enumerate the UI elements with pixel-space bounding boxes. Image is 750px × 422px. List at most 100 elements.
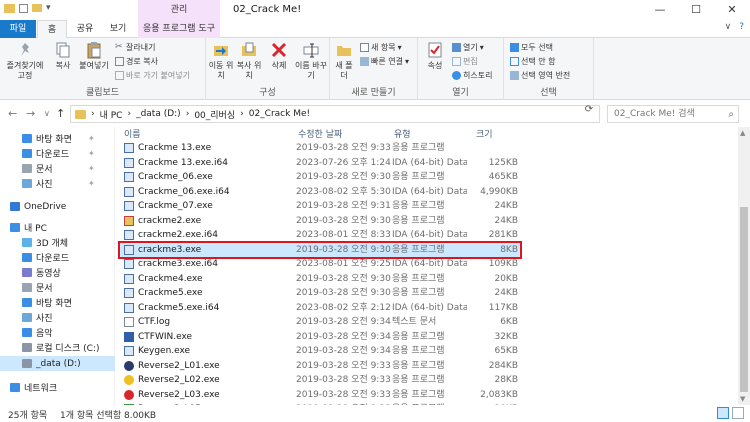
navigation-pane: 바탕 화면 ✦ 다운로드 ✦ 문서 ✦ 사진 ✦ OneDrive 내 PC 3D 개체 다운로드 동영…	[0, 127, 115, 405]
nav-folder-icon	[22, 253, 32, 262]
new-folder-icon[interactable]	[32, 4, 42, 12]
table-row[interactable]: CTF.log 2019-03-28 오전 9:34 텍스트 문서 6KB	[120, 315, 520, 329]
select-all-button[interactable]: 모두 선택	[510, 42, 553, 53]
table-row[interactable]: Crackme5.exe 2019-03-28 오전 9:30 응용 프로그램 24K…	[120, 286, 520, 300]
file-date: 2019-03-28 오전 9:30	[296, 288, 391, 298]
new-group: 새 폴더 새 항목 ▾ 빠른 연결 ▾ 새로 만들기	[330, 38, 418, 100]
table-row[interactable]: crackme3.exe 2019-03-28 오전 9:30 응용 프로그램 8KB	[118, 240, 522, 259]
table-row[interactable]: Reverse2_L01.exe 2019-03-28 오전 9:33 응용 프로그…	[120, 359, 520, 373]
table-row[interactable]: crackme2.exe.i64 2023-08-01 오전 8:33 IDA (6…	[120, 228, 520, 242]
table-row[interactable]: Crackme5.exe.i64 2023-08-02 오후 2:12 IDA (6…	[120, 301, 520, 315]
sidebar-item[interactable]: 다운로드 ✦	[0, 146, 115, 161]
search-input[interactable]: 02_Crack Me! 검색 ⌕	[607, 105, 739, 123]
scroll-down-icon[interactable]: ▼	[740, 395, 745, 403]
new-folder-button[interactable]: 새 폴더	[332, 41, 356, 81]
copy-path-button[interactable]: 경로 복사	[115, 56, 158, 67]
recent-chevron-icon[interactable]: ∨	[44, 109, 50, 118]
breadcrumb-crackme[interactable]: 02_Crack Me!	[249, 109, 310, 119]
table-row[interactable]: crackme3.exe.i64 2023-08-01 오전 9:25 IDA (6…	[120, 257, 520, 271]
details-view-icon[interactable]	[717, 407, 729, 419]
sidebar-item[interactable]: OneDrive	[0, 199, 115, 214]
move-to-button[interactable]: 이동 위치	[208, 41, 234, 81]
breadcrumb-reversing[interactable]: 00_리버싱	[194, 108, 235, 121]
table-row[interactable]: Crackme_06.exe.i64 2023-08-02 오후 5:30 IDA …	[120, 185, 520, 199]
sidebar-item[interactable]: 다운로드	[0, 250, 115, 265]
sidebar-item-label: 문서	[36, 284, 53, 294]
file-type: 응용 프로그램	[392, 288, 445, 298]
copy-button[interactable]: 복사	[50, 41, 76, 71]
properties-button[interactable]: 속성	[422, 41, 448, 71]
tab-view[interactable]: 보기	[103, 20, 133, 38]
easy-access-button[interactable]: 빠른 연결 ▾	[360, 56, 409, 67]
select-none-button[interactable]: 선택 안 함	[510, 56, 556, 67]
sidebar-item[interactable]: 동영상	[0, 265, 115, 280]
sidebar-item[interactable]: 3D 개체	[0, 235, 115, 250]
qat-dropdown-icon[interactable]: ▾	[46, 3, 51, 13]
vertical-scrollbar[interactable]: ▲ ▼	[738, 127, 750, 405]
cut-button[interactable]: ✂ 잘라내기	[115, 42, 155, 53]
sidebar-item[interactable]: 사진	[0, 310, 115, 325]
paste-icon	[87, 42, 101, 59]
edit-icon	[452, 57, 461, 66]
pin-to-quick-access-button[interactable]: 즐겨찾기에 고정	[2, 41, 48, 81]
sidebar-item-label: OneDrive	[24, 201, 67, 212]
copy-to-button[interactable]: 복사 위치	[236, 41, 262, 81]
table-row[interactable]: Keygen.exe 2019-03-28 오전 9:34 응용 프로그램 65KB	[120, 344, 520, 358]
sidebar-item[interactable]: 네트워크	[0, 380, 115, 395]
rename-button[interactable]: 이름 바꾸기	[295, 41, 327, 81]
sidebar-item[interactable]: 내 PC	[0, 220, 115, 235]
delete-button[interactable]: 삭제	[266, 41, 292, 71]
edit-button[interactable]: 편집	[452, 56, 478, 67]
properties-icon[interactable]	[19, 3, 28, 13]
paste-button[interactable]: 붙여넣기	[78, 41, 110, 71]
maximize-button[interactable]: ☐	[678, 0, 714, 20]
window-controls: — ☐ ✕	[642, 0, 750, 20]
breadcrumb-this-pc[interactable]: 내 PC	[100, 108, 123, 121]
clipboard-group-label: 클립보드	[85, 88, 120, 98]
ribbon-collapse-icon[interactable]: ∨	[725, 22, 732, 32]
back-arrow-icon[interactable]: ←	[8, 107, 17, 120]
up-arrow-icon[interactable]: ↑	[56, 107, 65, 120]
sidebar-item[interactable]: 바탕 화면	[0, 295, 115, 310]
tab-share[interactable]: 공유	[70, 20, 100, 38]
invert-selection-button[interactable]: 선택 영역 반전	[510, 70, 570, 81]
open-group: 속성 열기 ▾ 편집 히스토리 열기	[418, 38, 504, 100]
table-row[interactable]: Crackme_07.exe 2019-03-28 오전 9:31 응용 프로그램 2…	[120, 199, 520, 213]
address-bar[interactable]: › 내 PC › _data (D:) › 00_리버싱 › 02_Crack …	[70, 105, 600, 123]
tab-home[interactable]: 홈	[37, 20, 67, 39]
table-row[interactable]: Crackme 13.exe.i64 2023-07-26 오후 1:24 IDA …	[120, 156, 520, 170]
sidebar-item[interactable]: 문서 ✦	[0, 161, 115, 176]
sidebar-item[interactable]: 바탕 화면 ✦	[0, 131, 115, 146]
minimize-button[interactable]: —	[642, 0, 678, 20]
forward-arrow-icon[interactable]: →	[26, 107, 35, 120]
new-item-button[interactable]: 새 항목 ▾	[360, 42, 402, 53]
tab-file[interactable]: 파일	[0, 20, 36, 38]
table-row[interactable]: Reverse2_L03.exe 2019-03-28 오전 9:33 응용 프로그…	[120, 388, 520, 402]
table-row[interactable]: Reverse2_L02.exe 2019-03-28 오전 9:33 응용 프로그…	[120, 373, 520, 387]
sidebar-item[interactable]: 음악	[0, 325, 115, 340]
select-all-icon	[510, 43, 519, 52]
open-button[interactable]: 열기 ▾	[452, 42, 484, 53]
paste-shortcut-button[interactable]: 바로 가기 붙여넣기	[115, 70, 190, 81]
sidebar-item[interactable]: 사진 ✦	[0, 176, 115, 191]
scroll-up-icon[interactable]: ▲	[740, 129, 745, 137]
open-group-label: 열기	[452, 88, 469, 98]
sidebar-item[interactable]: _data (D:)	[0, 356, 115, 371]
scrollbar-thumb[interactable]	[740, 207, 748, 392]
history-button[interactable]: 히스토리	[452, 70, 492, 81]
help-icon[interactable]: ?	[739, 22, 744, 32]
breadcrumb-data-drive[interactable]: _data (D:)	[136, 109, 181, 119]
table-row[interactable]: Crackme_06.exe 2019-03-28 오전 9:30 응용 프로그램 4…	[120, 170, 520, 184]
pin-icon: ✦	[88, 134, 95, 143]
sidebar-item[interactable]: 로컬 디스크 (C:)	[0, 340, 115, 355]
refresh-icon[interactable]: ⟳	[580, 104, 598, 116]
tab-app-tools[interactable]: 응용 프로그램 도구	[138, 20, 220, 38]
table-row[interactable]: CTFWIN.exe 2019-03-28 오전 9:34 응용 프로그램 32KB	[120, 330, 520, 344]
large-icons-view-icon[interactable]	[732, 407, 744, 419]
sidebar-item[interactable]: 문서	[0, 280, 115, 295]
table-row[interactable]: Crackme 13.exe 2019-03-28 오전 9:33 응용 프로그램	[120, 141, 520, 155]
new-item-icon	[360, 43, 369, 52]
table-row[interactable]: Crackme4.exe 2019-03-28 오전 9:30 응용 프로그램 20K…	[120, 272, 520, 286]
table-row[interactable]: crackme2.exe 2019-03-28 오전 9:30 응용 프로그램 24K…	[120, 214, 520, 228]
close-button[interactable]: ✕	[714, 0, 750, 20]
